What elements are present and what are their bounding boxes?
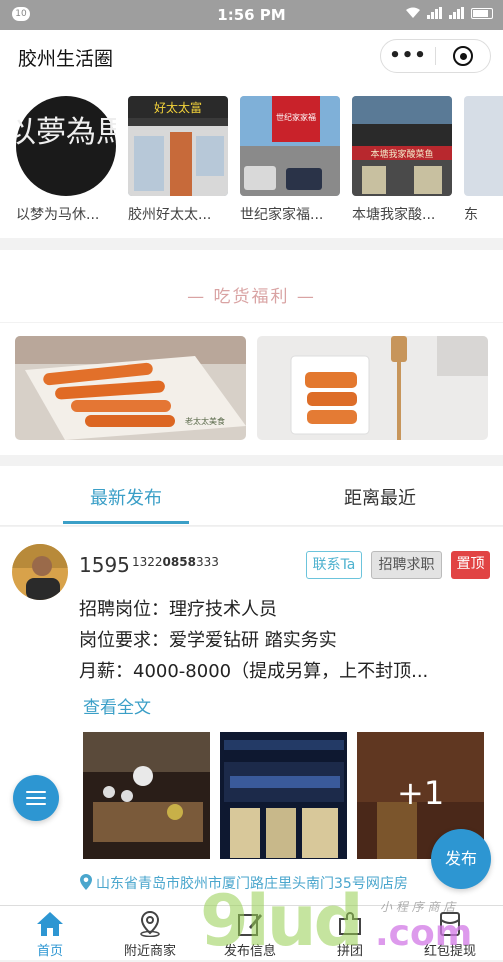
tabbar-redpacket[interactable]: 红包提现 xyxy=(400,910,500,959)
contact-button[interactable]: 联系Ta xyxy=(306,551,362,579)
wifi-icon xyxy=(406,7,420,18)
svg-text:以夢為馬: 以夢為馬 xyxy=(16,115,116,150)
shop-card[interactable]: 世纪家家福 世纪家家福... xyxy=(240,96,340,224)
svg-text:老太太美食: 老太太美食 xyxy=(185,416,225,426)
shop-card[interactable]: 本塘我家酸菜鱼 本塘我家酸... xyxy=(352,96,452,224)
pin-badge[interactable]: 置顶 xyxy=(451,551,490,579)
svg-text:世纪家家福: 世纪家家福 xyxy=(276,112,316,122)
more-menu-button[interactable]: ••• xyxy=(381,46,435,66)
edit-icon xyxy=(238,914,262,936)
foodie-banner[interactable] xyxy=(257,336,488,440)
post-username: 1595 xyxy=(79,553,130,577)
puzzle-icon xyxy=(339,912,361,935)
red-packet-icon xyxy=(440,912,460,936)
active-tab-indicator xyxy=(63,521,189,524)
tabbar-publish[interactable]: 发布信息 xyxy=(200,910,300,959)
post-address[interactable]: 山东省青岛市胶州市厦门路庄里头南门35号网店房 xyxy=(80,873,408,893)
post-image[interactable] xyxy=(220,732,347,859)
read-more-link[interactable]: 查看全文 xyxy=(83,693,151,718)
post-line-salary: 月薪：4000-8000（提成另算，上不封顶... xyxy=(79,661,429,682)
post-card: 1595 13220858333 联系Ta 招聘求职 置顶 招聘岗位：理疗技术人… xyxy=(0,527,503,905)
foodie-section-header: — 吃货福利 — xyxy=(0,250,503,322)
shop-photo: 好太太富 xyxy=(128,96,228,196)
svg-text:好太太富: 好太太富 xyxy=(154,100,202,115)
more-images-count: +1 xyxy=(397,774,445,812)
location-pin-icon xyxy=(80,874,92,890)
shop-card[interactable]: 好太太富 胶州好太太... xyxy=(128,96,228,224)
tabbar-nearby[interactable]: 附近商家 xyxy=(100,910,200,959)
shop-name: 以梦为马休... xyxy=(16,207,100,223)
foodie-banners: 老太太美食 xyxy=(0,323,503,455)
foodie-label: — 吃货福利 — xyxy=(187,287,316,307)
tab-latest[interactable]: 最新发布 xyxy=(51,484,201,510)
post-image[interactable] xyxy=(83,732,210,859)
category-badge[interactable]: 招聘求职 xyxy=(371,551,442,579)
shop-name: 胶州好太太... xyxy=(128,207,212,223)
battery-icon xyxy=(471,7,493,19)
shop-name: 东 xyxy=(464,207,478,223)
signal-icon-2 xyxy=(449,7,464,19)
shop-photo xyxy=(464,96,503,196)
avatar[interactable] xyxy=(12,544,68,600)
shop-photo: 本塘我家酸菜鱼 xyxy=(352,96,452,196)
mini-program-capsule: ••• xyxy=(380,39,491,73)
post-phone: 13220858333 xyxy=(132,555,219,569)
menu-fab-button[interactable] xyxy=(13,775,59,821)
shop-card[interactable]: 东 xyxy=(464,96,503,224)
status-bar: 10 1:56 PM xyxy=(0,0,503,30)
tab-nearest[interactable]: 距离最近 xyxy=(305,484,455,510)
svg-text:本塘我家酸菜鱼: 本塘我家酸菜鱼 xyxy=(370,148,433,160)
shop-logo: 以夢為馬 xyxy=(16,96,116,196)
feed-tabs: 最新发布 距离最近 xyxy=(0,466,503,526)
tabbar-home[interactable]: 首页 xyxy=(0,910,100,959)
foodie-banner[interactable]: 老太太美食 xyxy=(15,336,246,440)
post-line-requirement: 岗位要求：爱学爱钻研 踏实务实 xyxy=(79,630,337,651)
nav-bar: 胶州生活圈 ••• xyxy=(0,30,503,82)
close-mini-program-button[interactable] xyxy=(436,46,490,66)
status-icons xyxy=(405,7,493,19)
shop-carousel: 以夢為馬 以梦为马休... 好太太富 胶州好太太... 世纪家家福 世纪家家福.… xyxy=(0,82,503,238)
shop-name: 世纪家家福... xyxy=(240,207,324,223)
tabbar-group-buy[interactable]: 拼团 xyxy=(300,910,400,959)
location-icon xyxy=(140,911,160,937)
signal-icon xyxy=(427,7,442,19)
shop-name: 本塘我家酸... xyxy=(352,207,436,223)
post-line-position: 招聘岗位：理疗技术人员 xyxy=(79,599,277,620)
home-icon xyxy=(37,912,63,936)
target-icon xyxy=(453,46,473,66)
shop-photo: 世纪家家福 xyxy=(240,96,340,196)
hamburger-icon xyxy=(26,791,46,793)
shop-card[interactable]: 以夢為馬 以梦为马休... xyxy=(16,96,116,224)
bottom-tab-bar: 首页 附近商家 发布信息 拼团 红包提现 xyxy=(0,905,503,960)
publish-fab-button[interactable]: 发布 xyxy=(431,829,491,889)
page-title: 胶州生活圈 xyxy=(18,48,114,70)
